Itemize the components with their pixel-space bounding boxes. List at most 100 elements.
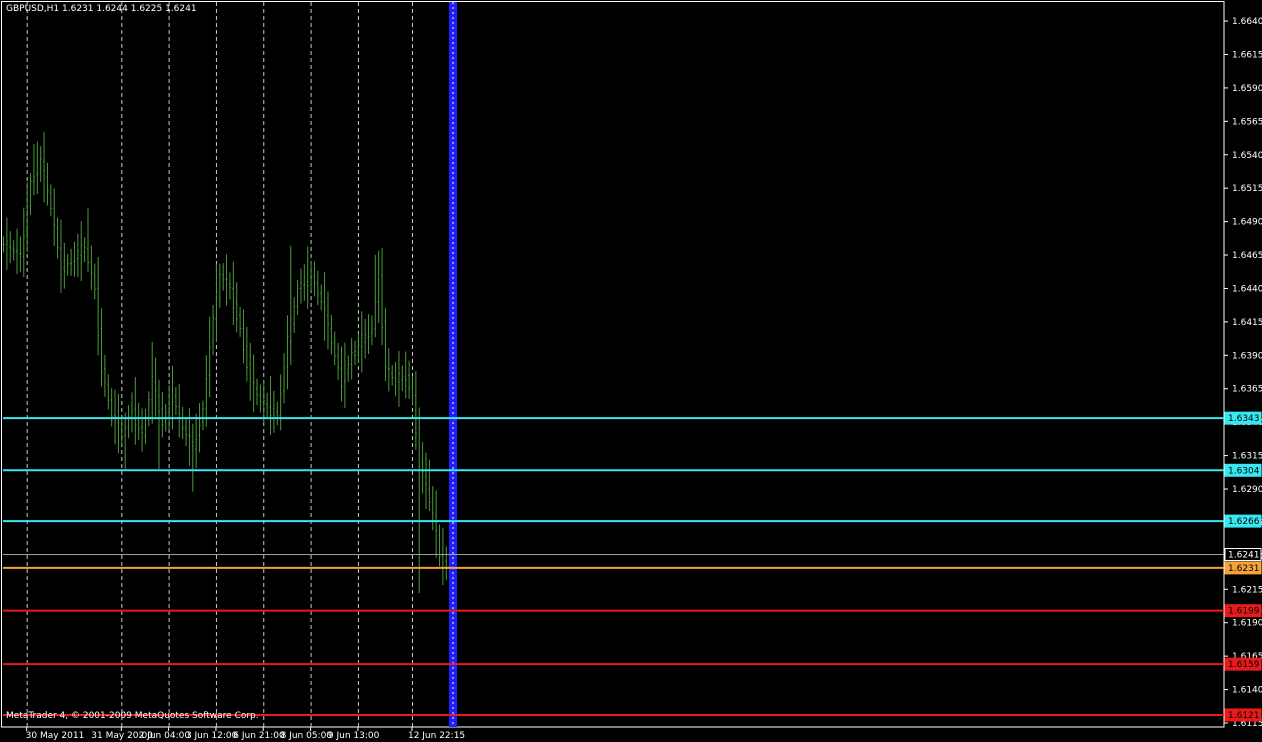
- y-tick-label: 1.6315: [1232, 452, 1262, 462]
- ohlc-bar: [438, 524, 441, 567]
- ohlc-bar: [245, 326, 248, 382]
- ohlc-bar: [201, 400, 204, 431]
- y-tick-label: 1.6490: [1232, 218, 1262, 228]
- x-tick-label: 3 Jun 12:00: [186, 731, 238, 741]
- ohlc-bar: [90, 245, 93, 290]
- x-tick-label: 30 May 2011: [26, 731, 85, 741]
- ohlc-bar: [279, 374, 282, 431]
- ohlc-bar: [418, 407, 421, 594]
- ohlc-bar: [103, 354, 106, 397]
- ohlc-bar: [43, 131, 46, 203]
- price-chart[interactable]: 1.6640 1.6615 1.6590 1.6565 1.6540 1.6515 1.64…: [0, 0, 1262, 742]
- y-tick-label: 1.6215: [1232, 585, 1262, 595]
- ohlc-bar: [445, 546, 448, 580]
- ohlc-bar: [431, 486, 434, 531]
- ohlc-bar: [49, 184, 52, 217]
- y-tick-label: 1.6390: [1232, 351, 1262, 361]
- ohlc-bar: [391, 365, 394, 386]
- ohlc-bar: [404, 351, 407, 399]
- ohlc-bar: [117, 393, 120, 454]
- ohlc-bar: [293, 297, 296, 334]
- y-tick-label: 1.6290: [1232, 485, 1262, 495]
- ohlc-bar: [16, 228, 19, 274]
- y-tick-label: 1.6190: [1232, 619, 1262, 629]
- ohlc-bar: [428, 459, 431, 511]
- ohlc-bar: [93, 263, 96, 300]
- ohlc-bar: [73, 241, 76, 277]
- ohlc-bar: [333, 331, 336, 366]
- ohlc-bar: [367, 314, 370, 355]
- x-tick-label: 6 Jun 21:00: [233, 731, 285, 741]
- ohlc-bar: [114, 389, 117, 445]
- ohlc-bar: [29, 173, 32, 215]
- chart-window[interactable]: 1.6640 1.6615 1.6590 1.6565 1.6540 1.6515 1.64…: [0, 0, 1262, 742]
- x-tick-label: 2 Jun 04:00: [139, 731, 191, 741]
- ohlc-bar: [286, 315, 289, 390]
- ohlc-bar: [107, 374, 110, 410]
- ohlc-bar: [343, 342, 346, 409]
- ohlc-bar: [262, 380, 265, 424]
- ohlc-bar: [174, 386, 177, 415]
- ohlc-bar: [151, 341, 154, 424]
- ohlc-bar: [354, 340, 357, 366]
- level-tag-label: 1.6343: [1228, 414, 1260, 424]
- ohlc-bar: [350, 338, 353, 380]
- ohlc-bar: [364, 318, 367, 359]
- ohlc-bar: [289, 245, 292, 366]
- y-tick-label: 1.6615: [1232, 50, 1262, 60]
- ohlc-bar: [242, 309, 245, 364]
- ohlc-bar: [252, 354, 255, 413]
- ohlc-bar: [266, 392, 269, 418]
- ohlc-bar: [421, 442, 424, 494]
- ohlc-bar: [53, 188, 56, 246]
- ohlc-bar: [185, 417, 188, 447]
- ohlc-bar: [256, 378, 258, 406]
- copyright-text: MetaTrader 4, © 2001-2009 MetaQuotes Sof…: [6, 711, 259, 721]
- ohlc-bar: [225, 254, 228, 306]
- ohlc-bar: [76, 233, 79, 278]
- ohlc-bar: [320, 284, 323, 311]
- ohlc-bar: [381, 248, 384, 345]
- ohlc-bar: [12, 240, 15, 261]
- ohlc-bar: [340, 346, 343, 402]
- y-tick-label: 1.6640: [1232, 17, 1262, 27]
- y-tick-label: 1.6540: [1232, 151, 1262, 161]
- ohlc-bar: [408, 360, 411, 399]
- ohlc-bar: [208, 316, 211, 398]
- ohlc-bar: [5, 217, 8, 270]
- ohlc-bar: [259, 384, 262, 413]
- ohlc-bar: [357, 333, 360, 363]
- ohlc-bar: [9, 231, 12, 264]
- ohlc-bar: [181, 406, 184, 440]
- ohlc-bar: [276, 401, 279, 426]
- ohlc-bar: [347, 355, 350, 382]
- ohlc-bar: [212, 304, 215, 356]
- ohlc-bars: [2, 131, 455, 594]
- ohlc-bar: [147, 391, 150, 427]
- ohlc-bar: [141, 408, 144, 452]
- ohlc-bar: [441, 527, 444, 586]
- ohlc-bar: [235, 282, 238, 333]
- ohlc-bar: [59, 219, 62, 293]
- ohlc-bar: [239, 306, 242, 337]
- ohlc-bar: [425, 452, 427, 510]
- ohlc-bar: [435, 490, 438, 558]
- ohlc-bar: [310, 260, 313, 292]
- ohlc-bar: [394, 362, 397, 397]
- ohlc-bar: [195, 413, 198, 468]
- y-tick-label: 1.6565: [1232, 117, 1262, 127]
- plot-frame: [1, 1, 1225, 728]
- ohlc-bar: [272, 390, 275, 433]
- x-tick-label: 9 Jun 13:00: [328, 731, 380, 741]
- level-tag-label: 1.6266: [1228, 517, 1260, 527]
- ohlc-bar: [283, 353, 286, 404]
- level-tag-label: 1.6231: [1228, 564, 1260, 574]
- ohlc-bar: [22, 207, 25, 278]
- ohlc-bar: [414, 370, 417, 451]
- ohlc-bar: [188, 407, 191, 466]
- ohlc-bar: [316, 270, 319, 306]
- ohlc-bar: [205, 355, 208, 427]
- y-tick-label: 1.6365: [1232, 385, 1262, 395]
- ohlc-bar: [296, 279, 299, 315]
- ohlc-bar: [337, 343, 340, 381]
